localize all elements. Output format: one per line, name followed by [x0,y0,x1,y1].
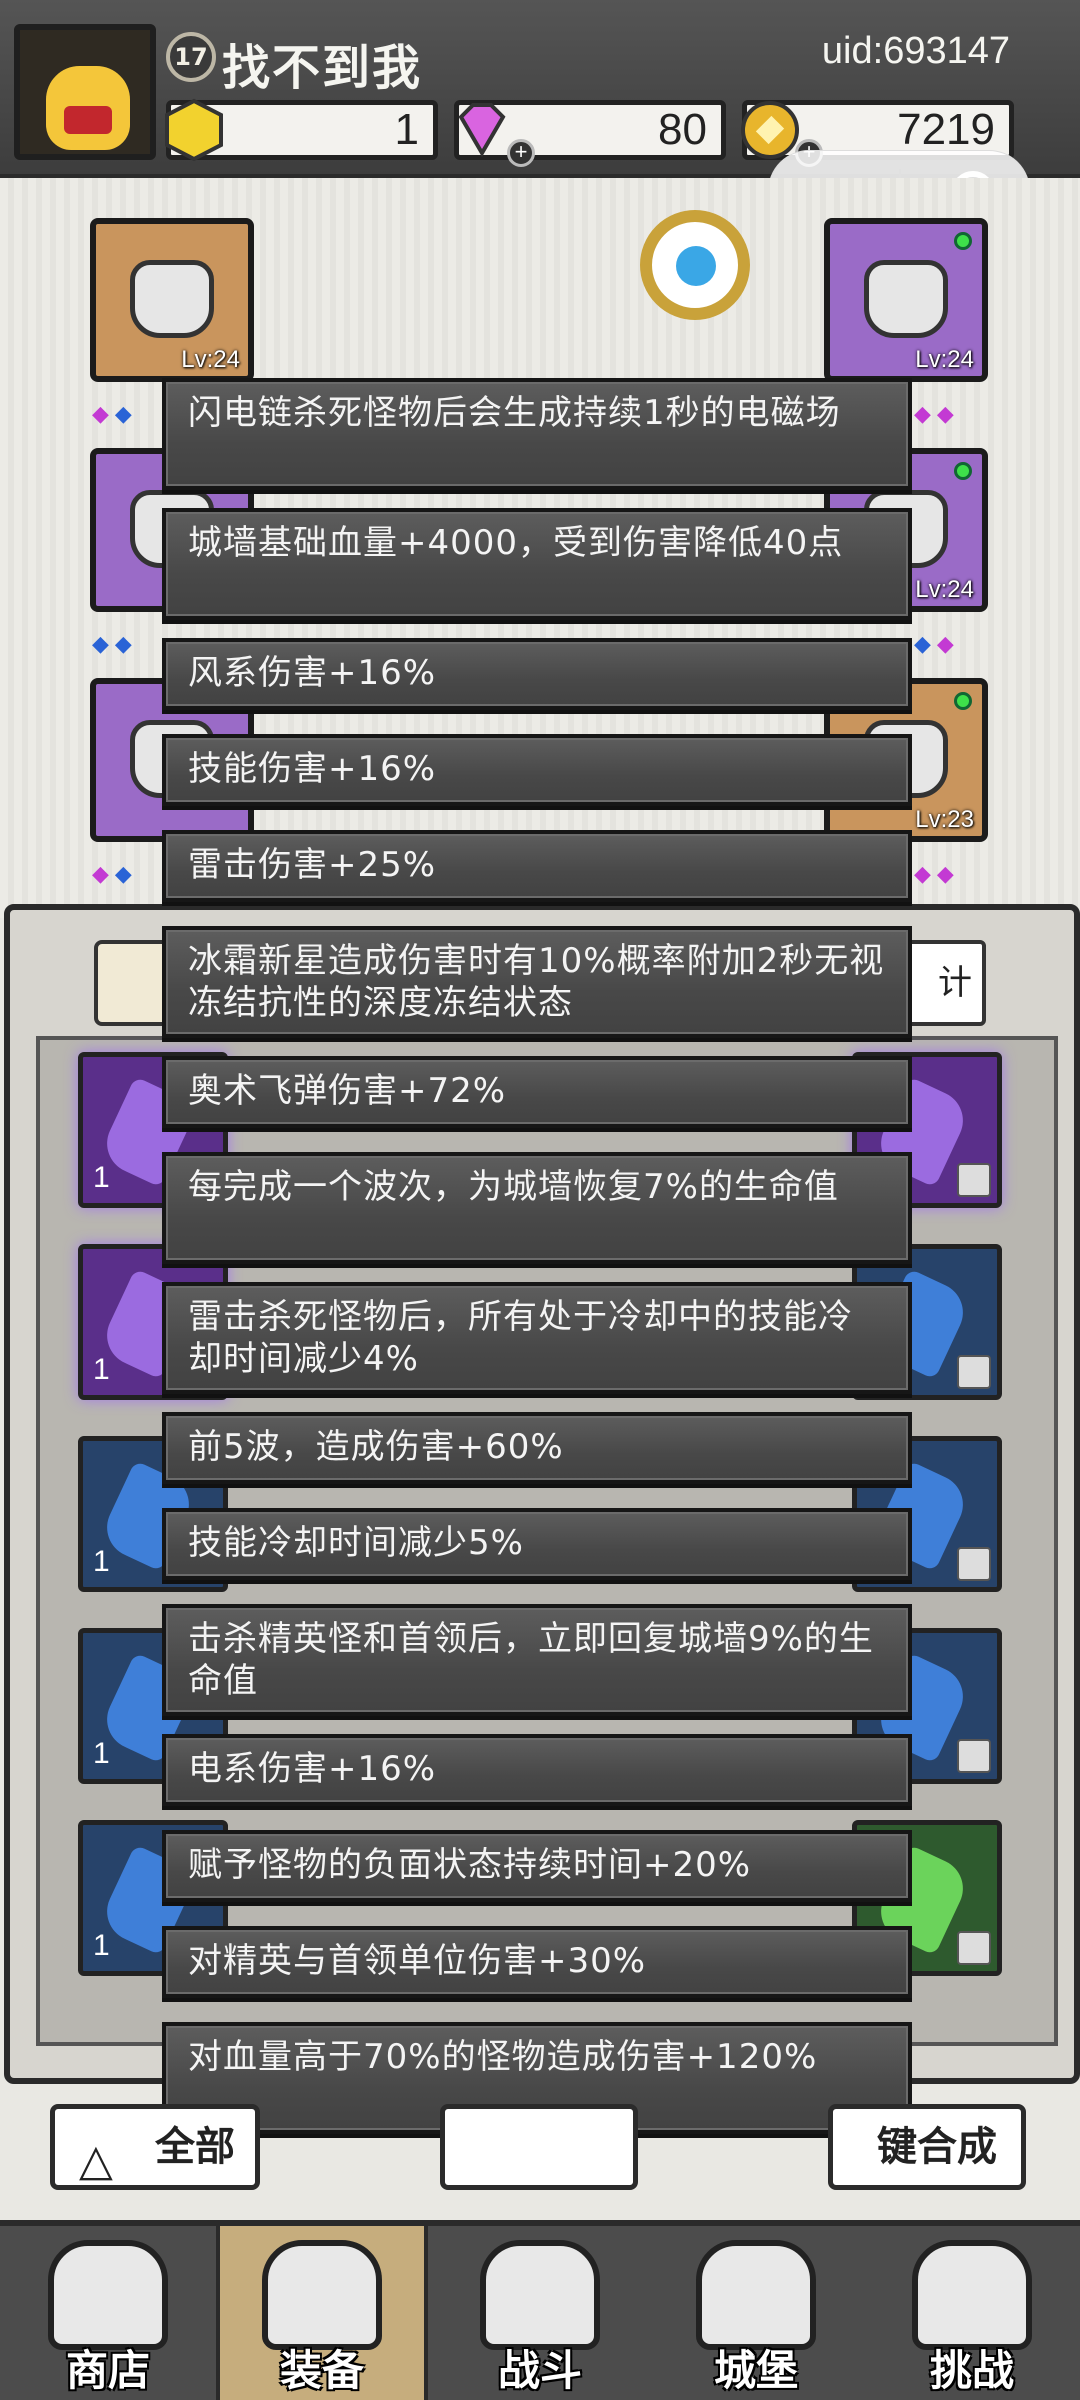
player-avatar[interactable] [14,24,156,160]
slot-level: Lv:23 [915,806,974,833]
affix-tooltip: 奥术飞弹伤害+72% [162,1056,912,1128]
gold-token-value: 1 [394,105,419,154]
nav-label: 城堡 [713,2346,798,2395]
gem-sockets-right-3: ◆◆ [914,862,960,887]
one-click-merge-button[interactable]: 键合成 [828,2104,1026,2190]
filter-all-label: 全部 [155,2124,235,2170]
nav-shop[interactable]: 商店 [0,2226,216,2400]
weapon-icon [864,260,948,338]
nav-castle[interactable]: 城堡 [648,2226,864,2400]
filter-all-button[interactable]: △ 全部 [50,2104,260,2190]
ring-type-icon [957,1547,991,1581]
coin-value: 7219 [897,105,995,154]
affix-tooltip: 技能冷却时间减少5% [162,1508,912,1580]
gem-sockets-left-2: ◆◆ [92,632,138,657]
sort-button[interactable] [440,2104,638,2190]
add-diamond-icon[interactable]: + [507,139,535,167]
boots-type-icon [957,1355,991,1389]
item-count: 1 [93,1353,110,1386]
affix-tooltip: 城墙基础血量+4000，受到伤害降低40点 [162,508,912,620]
diamond-counter: 80 + [454,100,726,167]
helmet-icon [130,260,214,338]
affix-tooltip: 击杀精英怪和首领后，立即回复城墙9%的生命值 [162,1604,912,1716]
item-count: 1 [93,1737,110,1770]
affix-tooltip-list: 闪电链杀死怪物后会生成持续1秒的电磁场 城墙基础血量+4000，受到伤害降低40… [162,360,912,2156]
filter-triangle-icon: △ [79,2135,113,2186]
nav-label: 战斗 [497,2346,582,2395]
affix-tooltip: 电系伤害+16% [162,1734,912,1806]
diamond-icon [458,103,506,157]
crossed-swords-icon [480,2240,600,2350]
nav-battle[interactable]: 战斗 [432,2226,648,2400]
new-indicator-dot [954,462,972,480]
hero-staff-image [640,210,750,320]
nav-challenge[interactable]: 挑战 [864,2226,1080,2400]
item-count: 1 [93,1929,110,1962]
nav-equipment[interactable]: 装备 [216,2226,428,2400]
bottom-navigation: 商店 装备 战斗 城堡 挑战 [0,2220,1080,2400]
gem-sockets-left-1: ◆◆ [92,402,138,427]
castle-icon [696,2240,816,2350]
new-indicator-dot [954,692,972,710]
affix-tooltip: 闪电链杀死怪物后会生成持续1秒的电磁场 [162,378,912,490]
gem-sockets-right-1: ◆◆ [914,402,960,427]
affix-tooltip: 雷击伤害+25% [162,830,912,902]
player-uid: uid:693147 [821,30,1010,72]
nav-label: 挑战 [929,2346,1014,2395]
affix-tooltip: 雷击杀死怪物后，所有处于冷却中的技能冷却时间减少4% [162,1282,912,1394]
backpack-icon [262,2240,382,2350]
player-name: 找不到我 [222,40,423,96]
nav-label: 装备 [279,2346,364,2395]
gold-token-icon [165,98,223,162]
player-level-badge: 17 [166,32,216,82]
slot-level: Lv:24 [915,576,974,603]
gem-sockets-right-2: ◆◆ [914,632,960,657]
affix-tooltip: 技能伤害+16% [162,734,912,806]
affix-tooltip: 赋予怪物的负面状态持续时间+20% [162,1830,912,1902]
affix-tooltip: 每完成一个波次，为城墙恢复7%的生命值 [162,1152,912,1264]
nav-label: 商店 [65,2346,150,2395]
affix-tooltip: 风系伤害+16% [162,638,912,710]
boots-type-icon [957,1931,991,1965]
affix-tooltip: 冰霜新星造成伤害时有10%概率附加2秒无视冻结抗性的深度冻结状态 [162,926,912,1038]
item-count: 1 [93,1161,110,1194]
affix-tooltip: 对精英与首领单位伤害+30% [162,1926,912,1998]
gold-token-counter: 1 [165,98,438,162]
equipment-slot-helmet[interactable]: Lv:24 [90,218,254,382]
diamond-value: 80 [658,105,707,154]
necklace-type-icon [957,1739,991,1773]
item-count: 1 [93,1545,110,1578]
slot-level: Lv:24 [915,346,974,373]
affix-tooltip: 前5波，造成伤害+60% [162,1412,912,1484]
shield-icon [912,2240,1032,2350]
gem-sockets-left-3: ◆◆ [92,862,138,887]
equipment-slot-weapon[interactable]: Lv:24 [824,218,988,382]
shop-icon [48,2240,168,2350]
avatar-pet-image [46,66,130,150]
new-indicator-dot [954,232,972,250]
weapon-type-icon [957,1163,991,1197]
